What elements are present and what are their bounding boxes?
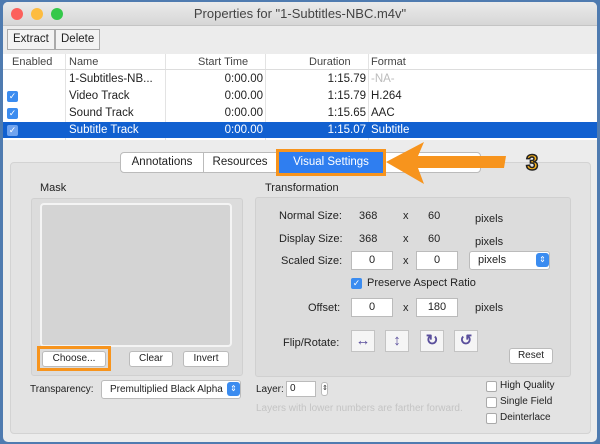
close-button[interactable]	[11, 8, 23, 20]
scaled-unit-value: pixels	[478, 254, 507, 266]
option-checkbox[interactable]	[486, 413, 497, 424]
normal-height: 60	[428, 210, 441, 222]
track-name: Subtitle Track	[69, 124, 139, 136]
minimize-button[interactable]	[31, 8, 43, 20]
flip-horizontal-icon[interactable]: ↔	[351, 330, 375, 352]
header-name[interactable]: Name	[69, 54, 98, 70]
properties-window: Properties for "1-Subtitles-NBC.m4v" Ext…	[3, 2, 597, 442]
offset-x-input[interactable]: 0	[351, 298, 393, 317]
table-row[interactable]: 1-Subtitles-NB... 0:00.00 1:15.79 -NA-	[3, 71, 597, 87]
transparency-label: Transparency:	[30, 384, 94, 395]
unit-label: pixels	[475, 213, 504, 225]
track-start-time: 0:00.00	[224, 73, 263, 85]
x-sep: x	[403, 302, 409, 314]
enabled-checkbox[interactable]: ✓	[7, 91, 18, 102]
transformation-label: Transformation	[265, 182, 339, 194]
scaled-height-input[interactable]: 0	[416, 251, 458, 270]
preserve-aspect-label: Preserve Aspect Ratio	[367, 277, 476, 289]
track-format: Subtitle	[371, 124, 410, 136]
track-duration: 1:15.79	[327, 73, 366, 85]
display-size-label: Display Size:	[279, 233, 343, 245]
extract-button[interactable]: Extract	[7, 29, 55, 50]
clear-button[interactable]: Clear	[129, 351, 173, 367]
highlight-box	[276, 149, 386, 176]
option-label: Deinterlace	[500, 412, 551, 423]
transparency-value: Premultiplied Black Alpha	[110, 384, 223, 395]
tab-annotations[interactable]: Annotations	[120, 152, 204, 173]
header-format[interactable]: Format	[371, 54, 406, 70]
enabled-checkbox[interactable]: ✓	[7, 108, 18, 119]
arrow-annotation	[386, 142, 506, 184]
transparency-select[interactable]: Premultiplied Black Alpha	[101, 380, 241, 399]
preserve-aspect-checkbox[interactable]: ✓	[351, 278, 362, 289]
header-duration[interactable]: Duration	[309, 54, 351, 70]
chevron-updown-icon: ⇕	[227, 382, 240, 396]
track-duration: 1:15.65	[327, 107, 366, 119]
layer-input[interactable]: 0	[286, 381, 316, 397]
x-sep: x	[403, 233, 409, 245]
option-label: High Quality	[500, 380, 555, 391]
track-name: 1-Subtitles-NB...	[69, 73, 153, 85]
track-name: Sound Track	[69, 107, 134, 119]
header-enabled[interactable]: Enabled	[12, 54, 52, 70]
x-sep: x	[403, 255, 409, 267]
scaled-size-label: Scaled Size:	[281, 255, 343, 267]
track-format: AAC	[371, 107, 395, 119]
track-start-time: 0:00.00	[224, 107, 263, 119]
offset-y-input[interactable]: 180	[416, 298, 458, 317]
display-height: 60	[428, 233, 441, 245]
x-sep: x	[403, 210, 409, 222]
track-start-time: 0:00.00	[224, 124, 263, 136]
track-format: -NA-	[371, 73, 395, 85]
tab-resources[interactable]: Resources	[203, 152, 277, 173]
reset-button[interactable]: Reset	[509, 348, 553, 364]
flip-rotate-label: Flip/Rotate:	[283, 337, 340, 349]
scaled-width-input[interactable]: 0	[351, 251, 393, 270]
layer-label: Layer:	[256, 384, 284, 395]
table-header: Enabled Name Start Time Duration Format	[3, 54, 597, 70]
layer-stepper[interactable]: ⇕	[321, 382, 328, 396]
zoom-button[interactable]	[51, 8, 63, 20]
track-duration: 1:15.79	[327, 90, 366, 102]
step-number: 3	[525, 149, 539, 176]
table-row[interactable]: ✓ Sound Track 0:00.00 1:15.65 AAC	[3, 105, 597, 121]
rotate-clockwise-icon[interactable]: ↻	[420, 330, 444, 352]
chevron-updown-icon: ⇕	[536, 253, 549, 267]
table-row[interactable]: ✓ Subtitle Track 0:00.00 1:15.07 Subtitle	[3, 122, 597, 138]
choose-button[interactable]: Choose...	[42, 351, 106, 367]
offset-label: Offset:	[308, 302, 341, 314]
track-start-time: 0:00.00	[224, 90, 263, 102]
title-bar: Properties for "1-Subtitles-NBC.m4v"	[3, 2, 597, 26]
rotate-counterclockwise-icon[interactable]: ↺	[454, 330, 478, 352]
enabled-checkbox[interactable]: ✓	[7, 125, 18, 136]
table-row[interactable]: ✓ Video Track 0:00.00 1:15.79 H.264	[3, 88, 597, 104]
option-checkbox[interactable]	[486, 397, 497, 408]
delete-button[interactable]: Delete	[55, 29, 101, 50]
header-start-time[interactable]: Start Time	[198, 54, 248, 70]
tracks-table: Enabled Name Start Time Duration Format …	[3, 54, 597, 140]
normal-size-label: Normal Size:	[279, 210, 342, 222]
mask-label: Mask	[40, 182, 67, 194]
flip-vertical-icon[interactable]: ↕	[385, 330, 409, 352]
display-width: 368	[359, 233, 378, 245]
track-name: Video Track	[69, 90, 130, 102]
option-label: Single Field	[500, 396, 553, 407]
track-duration: 1:15.07	[327, 124, 366, 136]
unit-label: pixels	[475, 302, 504, 314]
layer-hint: Layers with lower numbers are farther fo…	[256, 403, 463, 414]
mask-image-well[interactable]	[40, 203, 232, 347]
track-format: H.264	[371, 90, 402, 102]
unit-label: pixels	[475, 236, 504, 248]
invert-button[interactable]: Invert	[183, 351, 229, 367]
option-checkbox[interactable]	[486, 381, 497, 392]
normal-width: 368	[359, 210, 378, 222]
